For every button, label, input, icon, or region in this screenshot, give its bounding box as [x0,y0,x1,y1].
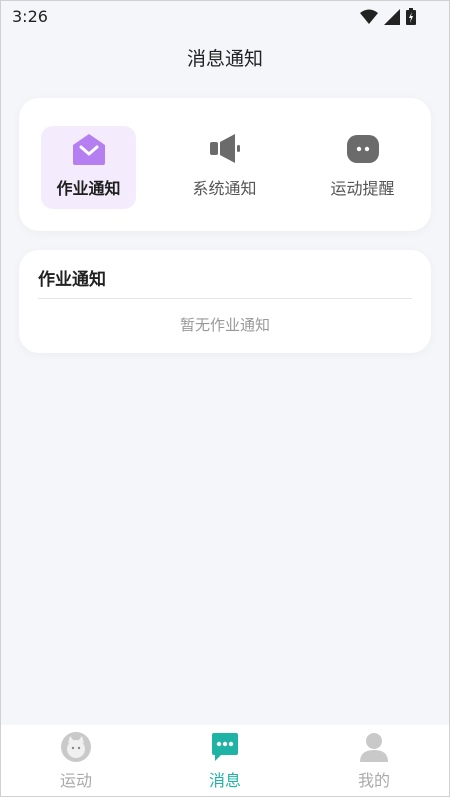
signal-icon [384,8,400,29]
battery-icon [406,8,416,29]
notification-list-card: 作业通知 暂无作业通知 [19,250,431,353]
page-title: 消息通知 [186,48,263,70]
tab-homework-notice[interactable]: 作业通知 [41,126,136,209]
divider [38,298,412,299]
list-title: 作业通知 [38,270,106,290]
nav-item-messages[interactable]: 消息 [185,731,265,791]
message-icon [209,731,241,763]
status-icons [360,8,416,29]
nav-label: 消息 [208,771,241,790]
notification-type-tabs: 作业通知 系统通知 运动提醒 [19,98,431,231]
tab-label: 作业通知 [56,179,121,198]
status-time: 3:26 [12,7,48,26]
person-icon [358,731,390,763]
nav-label: 运动 [59,771,92,790]
tab-label: 运动提醒 [330,179,395,198]
tab-label: 系统通知 [192,179,257,198]
nav-label: 我的 [357,771,390,790]
empty-state-text: 暂无作业通知 [179,316,270,334]
cat-avatar-icon [60,731,92,763]
tab-exercise-reminder[interactable]: 运动提醒 [315,126,410,209]
envelope-icon [72,132,106,166]
nav-item-profile[interactable]: 我的 [334,731,414,791]
status-bar: 3:26 [0,0,450,34]
megaphone-icon [208,132,242,166]
bottom-nav: 运动 消息 我的 [0,725,450,797]
nav-item-exercise[interactable]: 运动 [36,731,116,791]
tab-system-notice[interactable]: 系统通知 [177,126,272,209]
wifi-icon [360,9,378,29]
chat-bubble-icon [346,132,380,166]
